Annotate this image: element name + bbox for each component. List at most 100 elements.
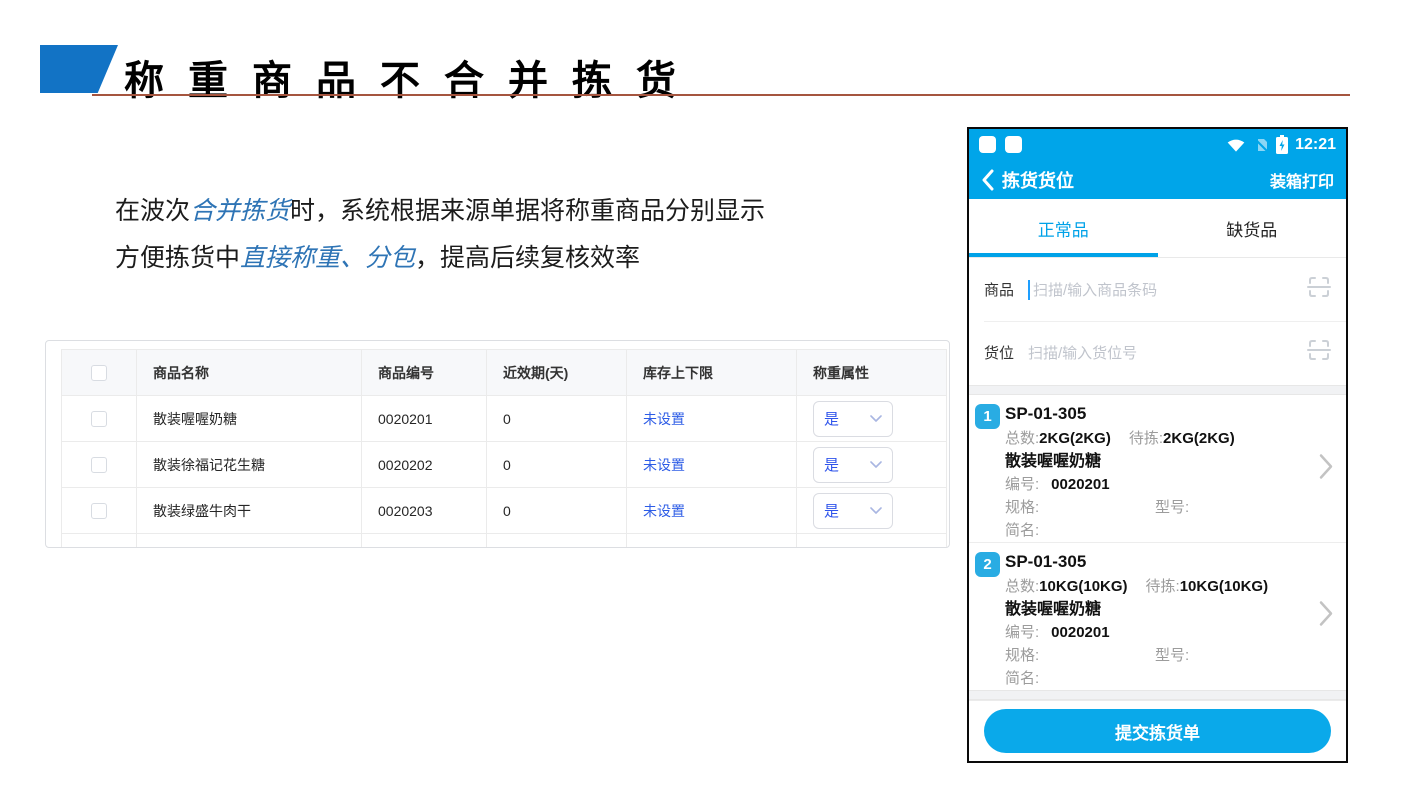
section-separator (969, 690, 1346, 700)
item-index-badge: 2 (975, 552, 1000, 577)
short-name-label: 简名: (1005, 522, 1039, 539)
spec-label: 规格: (1005, 496, 1155, 519)
weigh-select[interactable]: 是 (813, 401, 893, 437)
back-chevron-icon[interactable] (981, 169, 994, 191)
product-name-cell: 散装绿盛牛肉干 (137, 488, 362, 534)
row-checkbox[interactable] (91, 503, 107, 519)
chevron-right-icon[interactable] (1319, 452, 1334, 485)
stock-limit-link[interactable]: 未设置 (643, 411, 685, 427)
body-text: ，提高后续复核效率 (415, 244, 640, 272)
chevron-right-icon[interactable] (1319, 600, 1334, 633)
expiry-cell: 0 (487, 442, 627, 488)
stock-limit-link[interactable]: 未设置 (643, 503, 685, 519)
body-text: 方便拣货中 (115, 244, 240, 272)
product-scan-field[interactable]: 商品 扫描/输入商品条码 (969, 258, 1346, 321)
column-header: 称重属性 (797, 350, 947, 396)
location-code: SP-01-305 (1005, 549, 1302, 575)
product-code-cell: 0020202 (362, 442, 487, 488)
column-header: 商品编号 (362, 350, 487, 396)
pending-label: 待拣: (1129, 430, 1163, 447)
table-header-row: 商品名称 商品编号 近效期(天) 库存上下限 称重属性 (62, 350, 947, 396)
body-line-2: 方便拣货中直接称重、分包，提高后续复核效率 (115, 235, 765, 282)
code-line: 编号: 0020201 (1005, 473, 1302, 496)
body-copy: 在波次合并拣货时，系统根据来源单据将称重商品分别显示 方便拣货中直接称重、分包，… (115, 188, 765, 282)
phone-mockup: 12:21 拣货货位 装箱打印 正常品 缺货品 商品 扫描/输入商品条码 货位 (967, 127, 1348, 763)
text-caret (1028, 280, 1030, 300)
pending-value: 10KG(10KG) (1180, 578, 1268, 595)
code-label: 编号: (1005, 624, 1039, 641)
tab-normal-goods[interactable]: 正常品 (969, 199, 1158, 257)
total-label: 总数: (1005, 578, 1039, 595)
short-name-label: 简名: (1005, 670, 1039, 687)
code-line: 编号: 0020201 (1005, 621, 1302, 644)
slide-page: 称重商品不合并拣货 在波次合并拣货时，系统根据来源单据将称重商品分别显示 方便拣… (0, 0, 1413, 793)
column-header: 库存上下限 (627, 350, 797, 396)
short-name-line: 简名: (1005, 667, 1302, 690)
field-label: 商品 (984, 279, 1014, 300)
code-label: 编号: (1005, 476, 1039, 493)
row-checkbox[interactable] (91, 457, 107, 473)
pending-label: 待拣: (1146, 578, 1180, 595)
no-sim-icon (1253, 137, 1269, 153)
total-label: 总数: (1005, 430, 1039, 447)
body-line-1: 在波次合并拣货时，系统根据来源单据将称重商品分别显示 (115, 188, 765, 235)
table-row: 散装喔喔奶糖 0020201 0 未设置 是 (62, 396, 947, 442)
wifi-icon (1226, 137, 1246, 153)
nav-bar: 拣货货位 装箱打印 (969, 160, 1346, 199)
code-value: 0020201 (1051, 476, 1109, 493)
location-scan-field[interactable]: 货位 扫描/输入货位号 (969, 321, 1346, 384)
notification-icon (979, 136, 996, 153)
section-separator (969, 385, 1346, 395)
item-index-badge: 1 (975, 404, 1000, 429)
product-name: 散装喔喔奶糖 (1005, 598, 1302, 621)
stock-limit-link[interactable]: 未设置 (643, 457, 685, 473)
product-code-cell: 0020203 (362, 488, 487, 534)
pick-item-1[interactable]: 1 SP-01-305 总数:2KG(2KG)待拣:2KG(2KG) 散装喔喔奶… (969, 395, 1346, 542)
select-all-checkbox[interactable] (91, 365, 107, 381)
quantity-line: 总数:2KG(2KG)待拣:2KG(2KG) (1005, 427, 1302, 450)
page-title: 称重商品不合并拣货 (124, 48, 700, 106)
phone-footer: 提交拣货单 (969, 700, 1346, 761)
notification-icon (1005, 136, 1022, 153)
code-value: 0020201 (1051, 624, 1109, 641)
column-header: 近效期(天) (487, 350, 627, 396)
weigh-select[interactable]: 是 (813, 493, 893, 529)
pick-item-2[interactable]: 2 SP-01-305 总数:10KG(10KG)待拣:10KG(10KG) 散… (969, 542, 1346, 689)
table-row: 散装绿盛牛肉干 0020203 0 未设置 是 (62, 488, 947, 534)
expiry-cell: 0 (487, 396, 627, 442)
pick-list: 1 SP-01-305 总数:2KG(2KG)待拣:2KG(2KG) 散装喔喔奶… (969, 395, 1346, 690)
row-checkbox[interactable] (91, 411, 107, 427)
product-name-cell: 散装徐福记花生糖 (137, 442, 362, 488)
scan-icon[interactable] (1307, 275, 1331, 304)
table-row: 散装徐福记花生糖 0020202 0 未设置 是 (62, 442, 947, 488)
column-header: 商品名称 (137, 350, 362, 396)
scan-icon[interactable] (1307, 338, 1331, 367)
chevron-down-icon (870, 461, 882, 469)
title-divider (92, 94, 1350, 96)
body-emphasis: 合并拣货 (190, 197, 290, 225)
weigh-select[interactable]: 是 (813, 447, 893, 483)
total-value: 10KG(10KG) (1039, 578, 1127, 595)
model-label: 型号: (1155, 647, 1189, 664)
submit-pick-list-button[interactable]: 提交拣货单 (984, 709, 1331, 753)
short-name-line: 简名: (1005, 519, 1302, 542)
quantity-line: 总数:10KG(10KG)待拣:10KG(10KG) (1005, 575, 1302, 598)
body-text: 时，系统根据来源单据将称重商品分别显示 (290, 197, 765, 225)
field-placeholder: 扫描/输入商品条码 (1033, 279, 1157, 300)
box-print-button[interactable]: 装箱打印 (1270, 168, 1334, 192)
table-row-partial (62, 534, 947, 549)
status-bar: 12:21 (969, 129, 1346, 160)
chevron-down-icon (870, 415, 882, 423)
nav-title[interactable]: 拣货货位 (1002, 167, 1074, 193)
body-emphasis: 直接称重、分包 (240, 244, 415, 272)
total-value: 2KG(2KG) (1039, 430, 1111, 447)
product-code-cell: 0020201 (362, 396, 487, 442)
body-text: 在波次 (115, 197, 190, 225)
tab-missing-goods[interactable]: 缺货品 (1158, 199, 1347, 257)
product-table: 商品名称 商品编号 近效期(天) 库存上下限 称重属性 散装喔喔奶糖 00202… (61, 349, 947, 548)
product-name: 散装喔喔奶糖 (1005, 450, 1302, 473)
chevron-down-icon (870, 507, 882, 515)
product-table-card: 商品名称 商品编号 近效期(天) 库存上下限 称重属性 散装喔喔奶糖 00202… (45, 340, 950, 548)
tab-bar: 正常品 缺货品 (969, 199, 1346, 258)
expiry-cell: 0 (487, 488, 627, 534)
